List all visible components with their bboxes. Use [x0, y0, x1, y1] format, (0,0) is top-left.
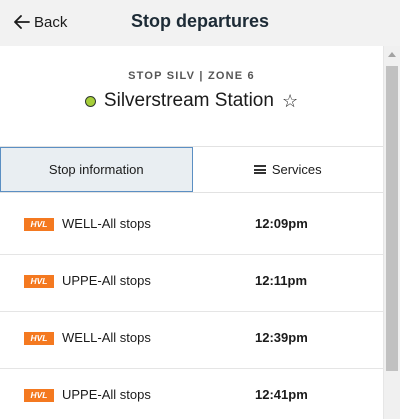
service-name: UPPE-All stops	[62, 273, 151, 288]
scroll-up-arrow-icon[interactable]	[388, 52, 396, 57]
tab-services[interactable]: Services	[193, 147, 384, 192]
top-bar: Back Stop departures	[0, 0, 400, 46]
stop-name-row: Silverstream Station ☆	[0, 90, 383, 112]
departure-time: 12:11pm	[255, 273, 308, 288]
service-name: WELL-All stops	[62, 330, 151, 345]
stop-departures-panel: STOP SILV | ZONE 6 Silverstream Station …	[0, 46, 383, 419]
tab-label: Stop information	[48, 162, 144, 177]
scroll-thumb[interactable]	[386, 66, 398, 371]
stop-status-dot	[84, 95, 96, 107]
vertical-scrollbar[interactable]	[383, 46, 400, 419]
departure-time: 12:41pm	[255, 387, 308, 402]
departure-time: 12:39pm	[255, 330, 308, 345]
tab-bar: Stop information Services	[0, 146, 383, 193]
page-title: Stop departures	[130, 11, 270, 31]
stop-meta: STOP SILV | ZONE 6	[128, 70, 255, 82]
operator-badge: HVL	[24, 332, 54, 345]
operator-badge: HVL	[24, 218, 54, 231]
departure-time: 12:09pm	[255, 216, 308, 231]
operator-badge: HVL	[24, 389, 54, 402]
service-name: UPPE-All stops	[62, 387, 151, 402]
departure-row[interactable]: HVL UPPE-All stops 12:41pm	[0, 369, 383, 419]
tab-stop-information[interactable]: Stop information	[0, 147, 193, 192]
star-outline-icon[interactable]: ☆	[282, 92, 298, 110]
departure-row[interactable]: HVL WELL-All stops 12:09pm	[0, 198, 383, 255]
tab-label: Services	[271, 162, 322, 177]
operator-badge: HVL	[24, 275, 54, 288]
departure-row[interactable]: HVL WELL-All stops 12:39pm	[0, 312, 383, 369]
service-name: WELL-All stops	[62, 216, 151, 231]
departure-row[interactable]: HVL UPPE-All stops 12:11pm	[0, 255, 383, 312]
departures-list: HVL WELL-All stops 12:09pm HVL UPPE-All …	[0, 198, 383, 419]
stop-name: Silverstream Station	[103, 90, 274, 111]
list-icon	[253, 165, 266, 174]
